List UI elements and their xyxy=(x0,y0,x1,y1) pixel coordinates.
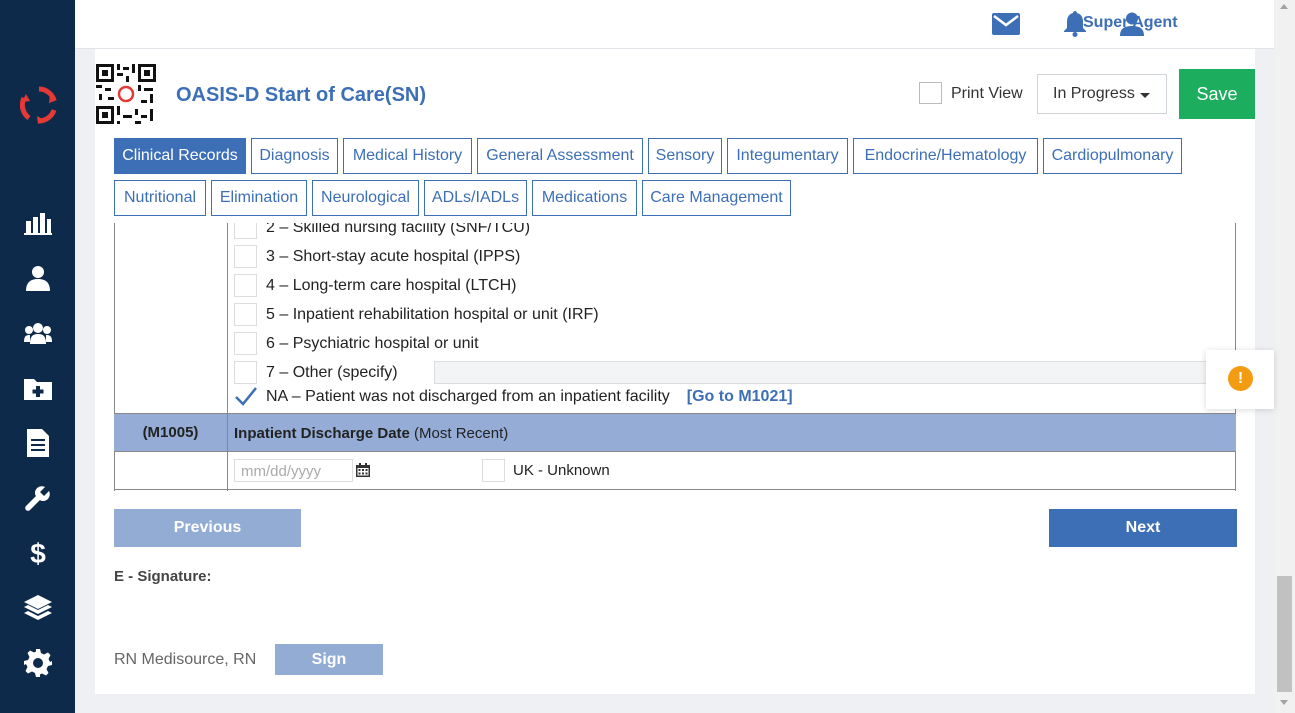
tab-cardiopulmonary[interactable]: Cardiopulmonary xyxy=(1043,138,1182,174)
scroll-up-icon[interactable] xyxy=(1280,4,1288,9)
option-label: 4 – Long-term care hospital (LTCH) xyxy=(266,277,517,294)
calendar-icon[interactable] xyxy=(356,463,370,477)
option-checkbox[interactable] xyxy=(234,245,257,268)
patient-icon[interactable] xyxy=(22,263,54,293)
tab-care-management[interactable]: Care Management xyxy=(642,180,791,216)
print-view-checkbox[interactable] xyxy=(919,82,942,104)
option-label: 7 – Other (specify) xyxy=(266,364,398,381)
next-button[interactable]: Next xyxy=(1049,509,1237,547)
scroll-down-icon[interactable] xyxy=(1280,700,1288,705)
unknown-label: UK - Unknown xyxy=(513,462,610,479)
discharge-date-input[interactable]: mm/dd/yyyy xyxy=(234,459,353,482)
option-label: NA – Patient was not discharged from an … xyxy=(266,388,793,405)
other-specify-input[interactable] xyxy=(434,361,1234,384)
tab-adls-iadls[interactable]: ADLs/IADLs xyxy=(424,180,527,216)
page-scrollbar[interactable] xyxy=(1274,0,1295,713)
mail-icon[interactable] xyxy=(991,10,1021,38)
dashboard-chart-icon[interactable] xyxy=(22,208,54,238)
svg-text:$: $ xyxy=(30,539,46,567)
goto-m1021-link[interactable]: [Go to M1021] xyxy=(687,388,793,405)
left-sidebar: $ xyxy=(0,0,75,713)
print-view-label[interactable]: Print View xyxy=(951,85,1023,103)
tab-sensory[interactable]: Sensory xyxy=(648,138,722,174)
qr-code-icon xyxy=(96,64,156,124)
tab-nutritional[interactable]: Nutritional xyxy=(114,180,206,216)
table-border xyxy=(114,489,1236,490)
team-icon[interactable] xyxy=(22,318,54,348)
layers-icon[interactable] xyxy=(22,593,54,623)
add-folder-icon[interactable] xyxy=(22,373,54,403)
status-value: In Progress xyxy=(1053,85,1135,102)
dollar-icon[interactable]: $ xyxy=(22,538,54,568)
m1005-code: (M1005) xyxy=(114,414,228,451)
tab-medications[interactable]: Medications xyxy=(532,180,637,216)
option-checkbox[interactable] xyxy=(234,223,257,239)
document-icon[interactable] xyxy=(22,428,54,458)
tab-integumentary[interactable]: Integumentary xyxy=(727,138,848,174)
tab-neurological[interactable]: Neurological xyxy=(312,180,419,216)
user-name[interactable]: Super Agent xyxy=(1083,14,1178,32)
option-checkbox[interactable] xyxy=(234,361,257,384)
m1005-header-row: (M1005) Inpatient Discharge Date (Most R… xyxy=(114,413,1236,452)
sign-button[interactable]: Sign xyxy=(275,644,383,675)
tab-general-assessment[interactable]: General Assessment xyxy=(477,138,643,174)
gear-icon[interactable] xyxy=(22,648,54,678)
tab-diagnosis[interactable]: Diagnosis xyxy=(251,138,338,174)
form-section: 2 – Skilled nursing facility (SNF/TCU) 3… xyxy=(114,223,1236,491)
checkmark-icon[interactable] xyxy=(234,385,258,407)
save-button[interactable]: Save xyxy=(1179,69,1255,119)
wrench-icon[interactable] xyxy=(22,483,54,513)
signer-name: RN Medisource, RN xyxy=(114,651,257,668)
option-label: 5 – Inpatient rehabilitation hospital or… xyxy=(266,306,599,323)
status-dropdown[interactable]: In Progress xyxy=(1037,74,1167,114)
previous-button[interactable]: Previous xyxy=(114,509,301,547)
unknown-checkbox[interactable] xyxy=(482,459,505,482)
option-label: 2 – Skilled nursing facility (SNF/TCU) xyxy=(266,223,531,236)
option-checkbox[interactable] xyxy=(234,332,257,355)
e-signature-label: E - Signature: xyxy=(114,568,212,585)
form-title: OASIS-D Start of Care(SN) xyxy=(176,84,427,106)
option-label: 3 – Short-stay acute hospital (IPPS) xyxy=(266,248,521,265)
option-label: 6 – Psychiatric hospital or unit xyxy=(266,335,479,352)
tab-endocrine-hematology[interactable]: Endocrine/Hematology xyxy=(853,138,1038,174)
alert-icon[interactable]: ! xyxy=(1228,366,1253,391)
m1005-title: Inpatient Discharge Date (Most Recent) xyxy=(234,425,509,442)
tab-clinical-records[interactable]: Clinical Records xyxy=(114,138,246,174)
option-na[interactable]: NA – Patient was not discharged from an … xyxy=(234,385,934,409)
tab-elimination[interactable]: Elimination xyxy=(211,180,307,216)
option-checkbox[interactable] xyxy=(234,303,257,326)
tab-medical-history[interactable]: Medical History xyxy=(343,138,472,174)
scroll-thumb[interactable] xyxy=(1277,576,1292,692)
app-logo-icon[interactable] xyxy=(20,86,58,124)
caret-down-icon xyxy=(1140,93,1150,98)
alert-widget[interactable]: ! xyxy=(1206,350,1274,409)
option-checkbox[interactable] xyxy=(234,274,257,297)
